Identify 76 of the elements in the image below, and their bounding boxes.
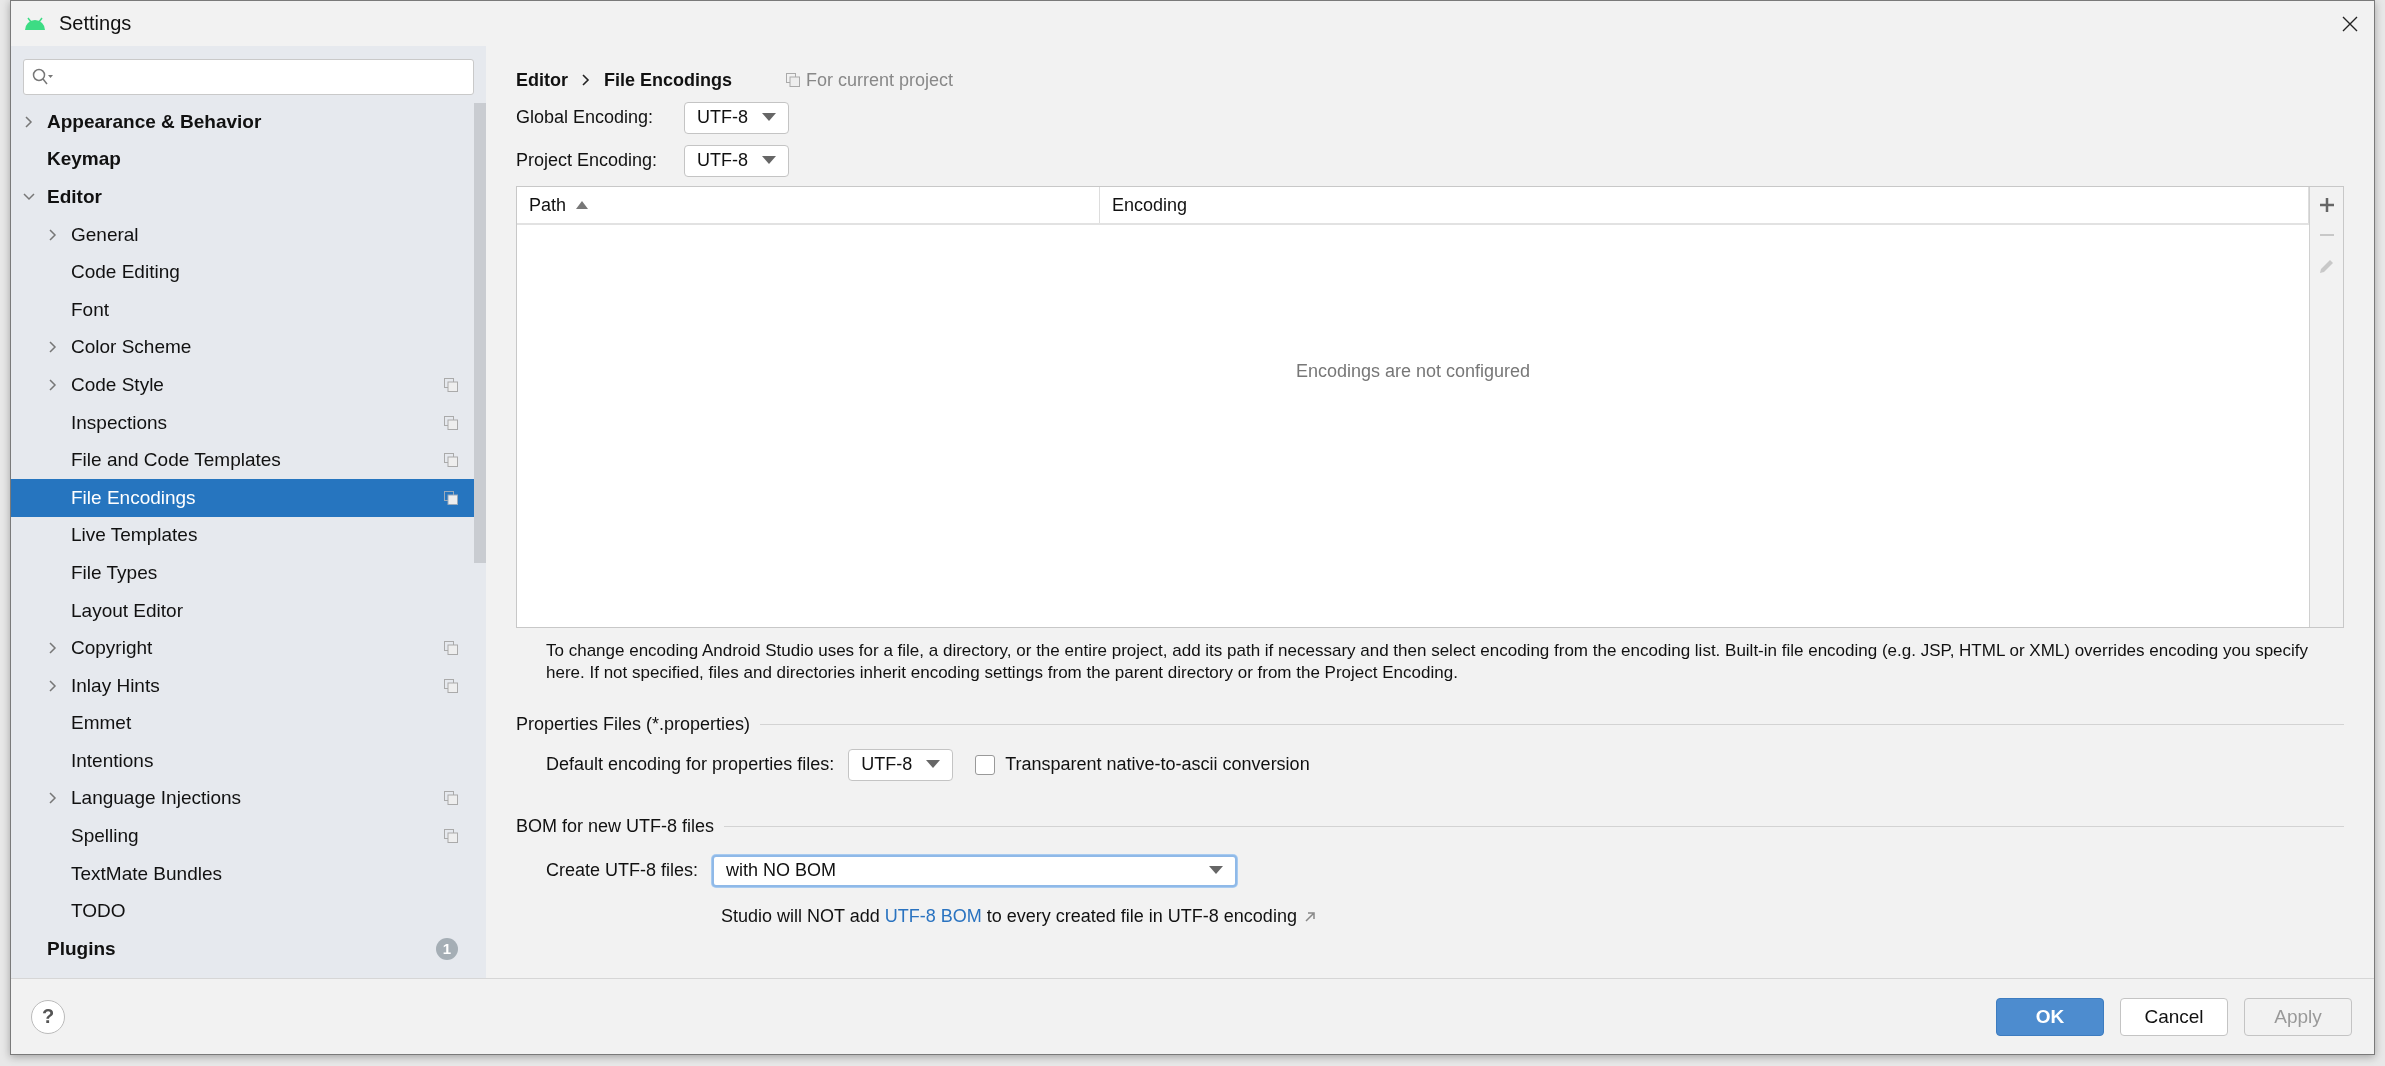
search-icon (32, 68, 54, 86)
help-text: To change encoding Android Studio uses for a file, a directory, or the entire project, add its path if necessary and then select encoding from the encoding list. Built-in file encoding (e.g. JSP, HTML or XML) overrides encoding you specify here. If not specified, files and directories inherit encoding settings from the parent directory or from the Project Encoding. (546, 640, 2310, 684)
copy-icon (444, 490, 458, 505)
bom-link[interactable]: UTF-8 BOM (884, 906, 982, 926)
chevron-right-icon[interactable] (47, 679, 59, 692)
tree-item[interactable]: Color Scheme (11, 328, 474, 367)
caret-icon (1209, 866, 1224, 875)
sort-ascending-icon (576, 201, 589, 209)
checkbox-label: Transparent native-to-ascii conversion (1005, 754, 1310, 775)
tree-item[interactable]: Language Injections (11, 779, 474, 818)
external-link-icon[interactable] (1304, 911, 1315, 922)
chevron-right-icon[interactable] (23, 115, 35, 128)
field-label: Create UTF-8 files: (546, 860, 699, 881)
dialog-button[interactable]: Cancel (2120, 997, 2228, 1036)
scope-note: For current project (806, 69, 954, 91)
chevron-right-icon (582, 74, 590, 86)
breadcrumb-item: Editor (516, 69, 568, 91)
caret-icon (926, 760, 941, 769)
android-icon (23, 16, 47, 31)
chevron-right-icon[interactable] (47, 341, 59, 354)
section-title: BOM for new UTF-8 files (516, 816, 715, 837)
caret-icon (762, 113, 776, 122)
chevron-right-icon[interactable] (47, 228, 59, 241)
tree-item[interactable]: Inlay Hints (11, 666, 474, 705)
caret-icon (762, 156, 776, 165)
bom-note: Studio will NOT add UTF-8 BOM to every created file in UTF-8 encoding (721, 906, 1297, 927)
tree-item[interactable]: Plugins 1 (11, 930, 474, 968)
tree-item[interactable]: Emmet (11, 704, 474, 743)
chevron-down-icon[interactable] (23, 191, 35, 203)
count-badge: 1 (436, 937, 458, 960)
tree-item[interactable]: File Encodings (11, 478, 474, 517)
tree-item[interactable]: Live Templates (11, 516, 474, 555)
tree-item[interactable]: File and Code Templates (11, 441, 474, 479)
field-label: Global Encoding: (516, 107, 655, 128)
tree-item[interactable]: Inspections (11, 403, 474, 442)
checkbox[interactable] (975, 754, 996, 775)
tree-item[interactable]: TODO (11, 892, 474, 931)
copy-icon (444, 415, 458, 430)
tree-item[interactable]: Layout Editor (11, 591, 474, 630)
window-title: Settings (59, 12, 133, 35)
column-header[interactable]: Path (517, 187, 1100, 223)
dialog-button[interactable]: OK (1996, 997, 2104, 1036)
encoding-dropdown[interactable]: UTF-8 (684, 101, 789, 134)
help-button[interactable]: ? (31, 999, 65, 1034)
field-label: Default encoding for properties files: (546, 754, 835, 775)
tree-item[interactable]: Editor (11, 178, 474, 216)
tree-item[interactable]: Intentions (11, 742, 474, 780)
tree-item[interactable]: Code Style (11, 366, 474, 404)
field-label: Project Encoding: (516, 150, 659, 171)
copy-icon (786, 73, 800, 87)
bom-dropdown[interactable]: with NO BOM (712, 854, 1238, 887)
empty-message: Encodings are not configured (1295, 360, 1531, 382)
chevron-right-icon[interactable] (47, 642, 59, 655)
copy-icon (444, 453, 458, 468)
copy-icon (444, 791, 458, 806)
chevron-right-icon[interactable] (47, 378, 59, 391)
tree-item[interactable]: Spelling (11, 817, 474, 855)
encoding-dropdown[interactable]: UTF-8 (848, 748, 954, 781)
copy-icon (444, 678, 458, 693)
tree-item[interactable]: Copyright (11, 629, 474, 667)
breadcrumb-item: File Encodings (604, 69, 732, 91)
copy-icon (444, 641, 458, 656)
tree-item[interactable]: Code Editing (11, 253, 474, 291)
scrollbar[interactable] (474, 103, 486, 563)
copy-icon (444, 377, 458, 392)
tree-item[interactable]: General (11, 215, 474, 254)
tree-item[interactable]: TextMate Bundles (11, 854, 474, 893)
tree-item[interactable]: Font (11, 290, 474, 329)
search-field[interactable] (23, 59, 474, 95)
chevron-right-icon[interactable] (47, 792, 59, 805)
section-title: Properties Files (*.properties) (516, 714, 751, 735)
tree-item[interactable]: Appearance & Behavior (11, 103, 474, 141)
tree-item[interactable]: Keymap (11, 140, 474, 179)
tree-item[interactable]: File Types (11, 554, 474, 592)
copy-icon (444, 829, 458, 844)
encoding-dropdown[interactable]: UTF-8 (684, 144, 789, 177)
